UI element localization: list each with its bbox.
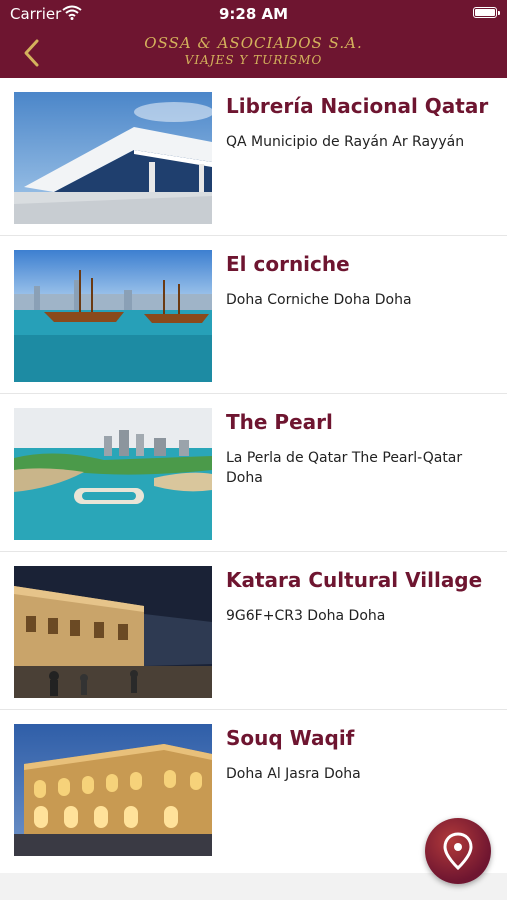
- place-title: Souq Waqif: [226, 726, 355, 750]
- place-thumbnail: [14, 92, 212, 224]
- list-item[interactable]: El corniche Doha Corniche Doha Doha: [0, 236, 507, 394]
- place-address: Doha Al Jasra Doha: [226, 766, 361, 782]
- library-building-image: [14, 92, 212, 224]
- battery-icon: [473, 7, 500, 18]
- souq-waqif-building-image: [14, 724, 212, 856]
- map-location-button[interactable]: [425, 818, 491, 884]
- places-list: Librería Nacional Qatar QA Municipio de …: [0, 78, 507, 873]
- place-address: La Perla de Qatar The Pearl-Qatar Doha: [226, 450, 463, 486]
- status-bar: Carrier 9:28 AM: [0, 0, 507, 28]
- map-pin-icon: [443, 832, 473, 870]
- place-address: QA Municipio de Rayán Ar Rayyán: [226, 134, 465, 150]
- place-title: Librería Nacional Qatar: [226, 94, 489, 118]
- place-title: El corniche: [226, 252, 350, 276]
- list-item[interactable]: Librería Nacional Qatar QA Municipio de …: [0, 78, 507, 236]
- place-address: Doha Corniche Doha Doha: [226, 292, 412, 308]
- brand-name: OSSA & ASOCIADOS S.A.: [144, 34, 363, 52]
- place-title: Katara Cultural Village: [226, 568, 483, 592]
- nav-bar: OSSA & ASOCIADOS S.A. VIAJES Y TURISMO: [0, 28, 507, 78]
- pearl-island-marina-image: [14, 408, 212, 540]
- brand-tagline: VIAJES Y TURISMO: [184, 53, 323, 67]
- place-thumbnail: [14, 250, 212, 382]
- place-title: The Pearl: [226, 410, 333, 434]
- katara-night-street-image: [14, 566, 212, 698]
- place-thumbnail: [14, 408, 212, 540]
- brand-logo: OSSA & ASOCIADOS S.A. VIAJES Y TURISMO: [0, 34, 507, 67]
- clock: 9:28 AM: [218, 5, 289, 23]
- place-thumbnail: [14, 566, 212, 698]
- dhow-boats-skyline-image: [14, 250, 212, 382]
- place-address: 9G6F+CR3 Doha Doha: [226, 608, 386, 624]
- list-item[interactable]: The Pearl La Perla de Qatar The Pearl-Qa…: [0, 394, 507, 552]
- place-thumbnail: [14, 724, 212, 856]
- list-item[interactable]: Katara Cultural Village 9G6F+CR3 Doha Do…: [0, 552, 507, 710]
